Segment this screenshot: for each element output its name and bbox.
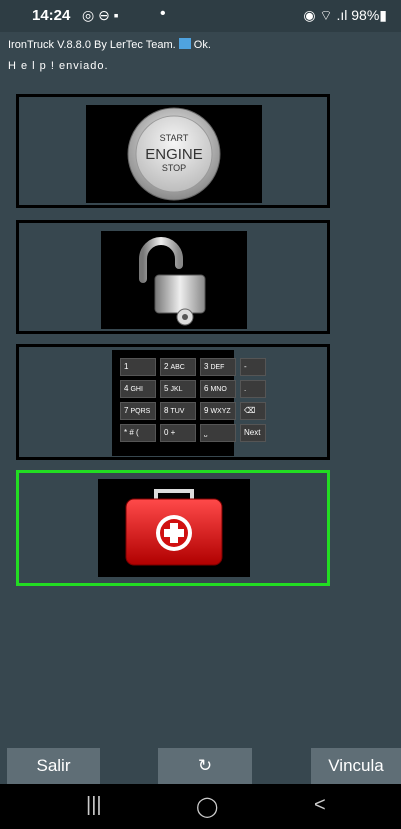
keypad-tile[interactable]: 1 2 ABC 3 DEF - 4 GHI 5 JKL 6 MNO . 7 PQRS 8 TU… [16,344,330,460]
ok-status-text: Ok. [193,39,211,51]
vincula-button[interactable]: Vincula [311,748,401,784]
key-dot: . [240,380,266,398]
keypad-grid: 1 2 ABC 3 DEF - 4 GHI 5 JKL 6 MNO . 7 PQRS 8 TU… [120,358,266,442]
app-version-text: IronTruck V.8.8.0 By LerTec Team. [8,39,176,51]
help-status-line: H e l p ! enviado. [8,60,109,72]
start-label: START [160,133,189,143]
keypad-image: 1 2 ABC 3 DEF - 4 GHI 5 JKL 6 MNO . 7 PQRS 8 TU… [112,350,266,456]
back-icon[interactable]: < [314,794,326,817]
status-bar: 14:24 ◎ ⊖ ▪ • ◉ ⌔ .ıl 98%▮ [0,0,401,32]
system-nav-bar: ||| ◯ < [0,784,401,829]
start-engine-button-icon: START ENGINE STOP [127,107,221,201]
key-2: 2 ABC [160,358,196,376]
key-6: 6 MNO [200,380,236,398]
key-7: 7 PQRS [120,402,156,420]
stop-label: STOP [162,163,186,173]
unlock-image [101,231,247,329]
app-version-line: IronTruck V.8.8.0 By LerTec Team. Ok. [8,38,211,51]
notification-icons: ◎ ⊖ ▪ [82,7,119,23]
help-kit-image [98,479,250,577]
status-time: 14:24 [32,7,71,24]
key-4: 4 GHI [120,380,156,398]
space-key-icon: ⎵ [200,424,236,442]
ok-status-icon [178,38,191,49]
key-1: 1 [120,358,156,376]
refresh-icon: ↻ [197,756,213,775]
backspace-key-icon: ⌫ [240,402,266,420]
help-kit-tile[interactable] [16,470,330,586]
recents-icon[interactable]: ||| [86,794,102,817]
open-padlock-icon [139,237,206,326]
refresh-button[interactable]: ↻ [158,748,252,784]
key-0: 0 + [160,424,196,442]
home-icon[interactable]: ◯ [196,794,218,819]
key-8: 8 TUV [160,402,196,420]
start-engine-tile[interactable]: START ENGINE STOP [16,94,330,208]
first-aid-kit-icon [125,489,223,566]
bottom-bar: Salir ↻ Vincula [0,742,401,784]
key-9: 9 WXYZ [200,402,236,420]
salir-button[interactable]: Salir [7,748,100,784]
key-symbols: * # ( [120,424,156,442]
more-notifications-dot: • [160,5,166,22]
key-minus: - [240,358,266,376]
key-5: 5 JKL [160,380,196,398]
engine-label: ENGINE [145,146,203,163]
start-engine-image: START ENGINE STOP [86,105,262,203]
unlock-tile[interactable] [16,220,330,334]
key-next: Next [240,424,266,442]
key-3: 3 DEF [200,358,236,376]
system-status-icons: ◉ ⌔ .ıl 98%▮ [303,7,387,23]
